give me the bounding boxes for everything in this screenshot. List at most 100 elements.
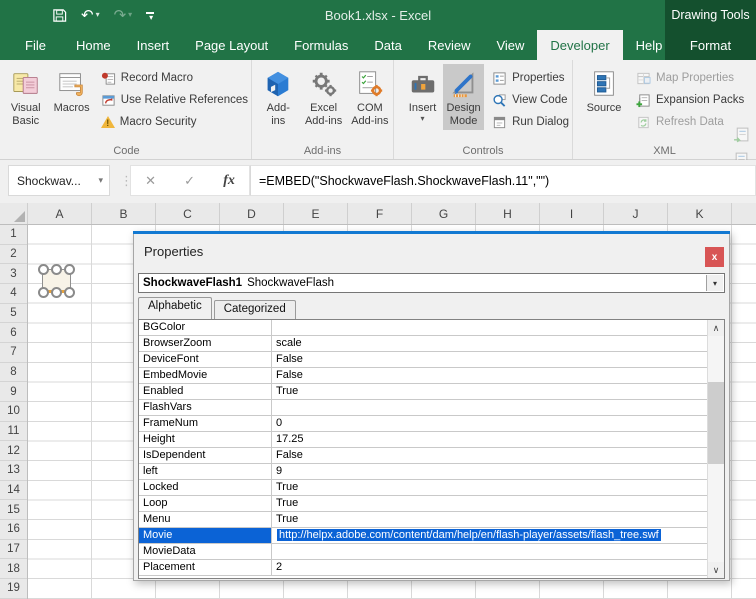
tab-format[interactable]: Format [665, 30, 756, 60]
object-selector-combobox[interactable]: ShockwaveFlash1 ShockwaveFlash ▾ [138, 273, 725, 293]
property-name-cell[interactable]: Enabled [139, 384, 272, 399]
row-header[interactable]: 2 [0, 245, 27, 265]
property-row[interactable]: FlashVars [139, 400, 707, 416]
column-header[interactable]: D [220, 203, 284, 224]
property-value-cell[interactable]: True [272, 496, 707, 511]
row-header[interactable]: 6 [0, 323, 27, 344]
ribbon-tab[interactable]: Data [361, 30, 414, 60]
property-value-cell[interactable]: http://helpx.adobe.com/content/dam/help/… [272, 528, 707, 543]
property-name-cell[interactable]: DeviceFont [139, 352, 272, 367]
add-ins-button[interactable]: Add- ins [256, 64, 301, 130]
formula-input[interactable]: =EMBED("ShockwaveFlash.ShockwaveFlash.11… [250, 165, 756, 196]
undo-dropdown-icon[interactable]: ▾ [96, 11, 100, 19]
row-header[interactable]: 14 [0, 481, 27, 501]
column-header[interactable]: J [604, 203, 668, 224]
property-value-cell[interactable] [272, 400, 707, 415]
property-row[interactable]: FrameNum 0 [139, 416, 707, 432]
close-icon[interactable]: x [705, 247, 724, 267]
selection-handle-top-right[interactable] [64, 264, 75, 275]
property-name-cell[interactable]: left [139, 464, 272, 479]
name-box-dropdown-icon[interactable]: ▾ [98, 175, 103, 186]
selection-handle-bottom-right[interactable] [64, 287, 75, 298]
row-header[interactable]: 16 [0, 520, 27, 540]
property-row[interactable]: IsDependent False [139, 448, 707, 464]
row-header[interactable]: 13 [0, 461, 27, 481]
row-header[interactable]: 3 [0, 264, 27, 285]
scroll-down-icon[interactable]: ∨ [708, 562, 724, 578]
property-value-cell[interactable]: scale [272, 336, 707, 351]
property-value-cell[interactable]: True [272, 480, 707, 495]
selection-handle-top-center[interactable] [51, 264, 62, 275]
column-header[interactable]: H [476, 203, 540, 224]
ribbon-tab[interactable]: Review [415, 30, 484, 60]
column-header[interactable]: A [28, 203, 92, 224]
column-header[interactable]: F [348, 203, 412, 224]
property-row[interactable]: BrowserZoom scale [139, 336, 707, 352]
property-grid-scrollbar[interactable]: ∧ ∨ [707, 320, 724, 578]
row-header[interactable]: 10 [0, 402, 27, 422]
property-row[interactable]: Menu True [139, 512, 707, 528]
property-name-cell[interactable]: FlashVars [139, 400, 272, 415]
property-row[interactable]: Movie http://helpx.adobe.com/content/dam… [139, 528, 707, 544]
ribbon-tab[interactable]: Home [63, 30, 124, 60]
property-value-cell[interactable] [272, 320, 707, 335]
row-header[interactable]: 4 [0, 284, 27, 304]
property-name-cell[interactable]: Locked [139, 480, 272, 495]
property-value-cell[interactable]: True [272, 384, 707, 399]
column-header[interactable]: K [668, 203, 732, 224]
property-row[interactable]: EmbedMovie False [139, 368, 707, 384]
customize-qat-button[interactable]: ▾ [146, 12, 155, 22]
row-header[interactable]: 11 [0, 422, 27, 442]
run-dialog-button[interactable]: Run Dialog [489, 111, 572, 133]
property-row[interactable]: MovieData [139, 544, 707, 560]
confirm-entry-icon[interactable]: ✓ [184, 173, 195, 189]
property-value-cell[interactable]: 9 [272, 464, 707, 479]
property-value-cell[interactable]: False [272, 352, 707, 367]
com-add-ins-button[interactable]: COM Add-ins [347, 64, 393, 130]
property-name-cell[interactable]: FrameNum [139, 416, 272, 431]
row-header[interactable]: 18 [0, 559, 27, 580]
property-name-cell[interactable]: Loop [139, 496, 272, 511]
ribbon-tab[interactable]: Formulas [281, 30, 361, 60]
property-value-cell[interactable]: 17.25 [272, 432, 707, 447]
selection-handle-top-left[interactable] [38, 264, 49, 275]
column-header[interactable]: C [156, 203, 220, 224]
properties-tab[interactable]: Alphabetic [138, 297, 212, 319]
scroll-up-icon[interactable]: ∧ [708, 320, 724, 336]
redo-button[interactable]: ↷ ▾ [114, 8, 133, 23]
property-row[interactable]: Height 17.25 [139, 432, 707, 448]
property-name-cell[interactable]: BrowserZoom [139, 336, 272, 351]
property-value-cell[interactable]: False [272, 448, 707, 463]
insert-function-icon[interactable]: fx [223, 173, 235, 189]
ribbon-tab[interactable]: File [8, 30, 63, 60]
property-name-cell[interactable]: Menu [139, 512, 272, 527]
ribbon-tab[interactable]: View [483, 30, 537, 60]
property-row[interactable]: left 9 [139, 464, 707, 480]
property-value-cell[interactable] [272, 544, 707, 559]
save-button[interactable] [52, 8, 67, 23]
design-mode-button[interactable]: Design Mode [443, 64, 485, 130]
property-row[interactable]: Loop True [139, 496, 707, 512]
visual-basic-button[interactable]: Visual Basic [2, 64, 49, 130]
ribbon-tab[interactable]: Insert [124, 30, 183, 60]
macros-button[interactable]: Macros [49, 64, 93, 117]
view-code-button[interactable]: View Code [489, 89, 572, 111]
name-box[interactable]: Shockwav... ▾ [8, 165, 110, 196]
row-header[interactable]: 15 [0, 500, 27, 521]
property-row[interactable]: Locked True [139, 480, 707, 496]
property-name-cell[interactable]: Height [139, 432, 272, 447]
insert-control-button[interactable]: Insert ▾ [402, 64, 443, 125]
undo-button[interactable]: ↶ ▾ [81, 8, 100, 23]
scrollbar-thumb[interactable] [708, 382, 724, 464]
excel-add-ins-button[interactable]: Excel Add-ins [301, 64, 347, 130]
column-header[interactable]: I [540, 203, 604, 224]
property-row[interactable]: DeviceFont False [139, 352, 707, 368]
column-header-partial[interactable] [732, 203, 756, 224]
row-header[interactable]: 1 [0, 225, 27, 245]
record-macro-button[interactable]: Record Macro [98, 67, 251, 89]
property-name-cell[interactable]: Movie [139, 528, 272, 543]
properties-tab[interactable]: Categorized [213, 300, 296, 319]
row-header[interactable]: 19 [0, 579, 27, 599]
selection-handle-bottom-left[interactable] [38, 287, 49, 298]
row-header[interactable]: 12 [0, 441, 27, 462]
